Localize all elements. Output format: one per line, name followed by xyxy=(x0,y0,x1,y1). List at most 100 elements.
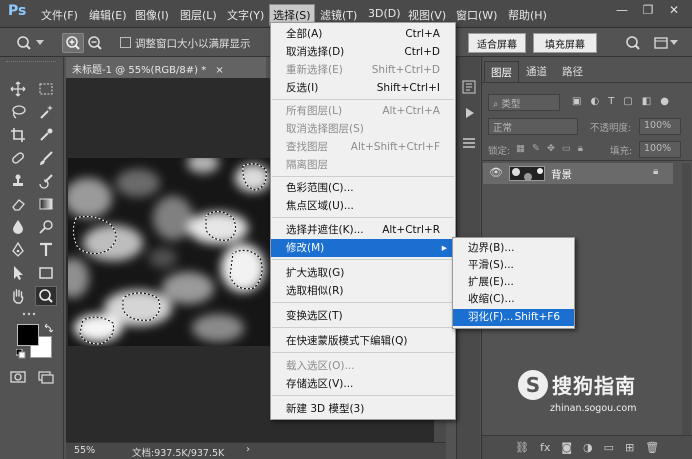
toolbar-grip[interactable] xyxy=(6,61,56,65)
brush-tool-icon[interactable] xyxy=(35,148,57,168)
default-colors-icon[interactable] xyxy=(15,348,26,359)
menu-item-inverse[interactable]: 反选(I) Shift+Ctrl+I xyxy=(271,79,455,97)
menu-view[interactable]: 视图(V) xyxy=(408,7,446,23)
close-tab-icon[interactable]: × xyxy=(215,65,223,76)
eraser-icon[interactable] xyxy=(7,194,29,214)
dodge-tool-icon[interactable] xyxy=(35,217,57,237)
pixel-filter-icon[interactable]: ▣ xyxy=(572,96,581,110)
rectangle-tool-icon[interactable] xyxy=(35,263,57,283)
new-group-icon[interactable]: ▭ xyxy=(604,441,614,454)
foreground-color-swatch[interactable] xyxy=(17,324,39,346)
zoom-in-icon[interactable] xyxy=(62,33,84,53)
hand-tool-icon[interactable] xyxy=(7,286,29,306)
chevron-down-icon[interactable] xyxy=(670,39,678,45)
path-selection-icon[interactable] xyxy=(7,263,29,283)
tab-layers[interactable]: 图层 xyxy=(484,61,519,83)
lock-position-icon[interactable]: ✥ xyxy=(547,143,555,154)
resize-window-checkbox[interactable] xyxy=(120,37,131,48)
tab-channels[interactable]: 通道 xyxy=(526,64,547,79)
opacity-input[interactable]: 100% xyxy=(639,118,681,135)
menu-filter[interactable]: 滤镜(T) xyxy=(320,7,357,23)
menu-item-similar[interactable]: 选取相似(R) xyxy=(271,282,455,300)
add-mask-icon[interactable]: ◙ xyxy=(561,441,572,454)
properties-panel-icon[interactable] xyxy=(461,135,477,151)
fill-screen-button[interactable]: 填充屏幕 xyxy=(533,33,597,53)
menu-item-deselect[interactable]: 取消选择(D) Ctrl+D xyxy=(271,43,455,61)
tab-paths[interactable]: 路径 xyxy=(562,64,583,79)
fill-input[interactable]: 100% xyxy=(639,141,681,158)
menu-item-select-and-mask[interactable]: 选择并遮住(K)... Alt+Ctrl+R xyxy=(271,221,455,239)
menu-item-modify[interactable]: 修改(M) ▸ xyxy=(271,239,455,257)
submenu-item-expand[interactable]: 扩展(E)... xyxy=(453,274,574,291)
screen-mode-icon[interactable] xyxy=(35,367,57,387)
menu-item-grow[interactable]: 扩大选取(G) xyxy=(271,264,455,282)
menu-image[interactable]: 图像(I) xyxy=(135,7,169,23)
more-tools-icon[interactable] xyxy=(21,309,37,319)
menu-item-save-selection[interactable]: 存储选区(V)... xyxy=(271,375,455,393)
layer-filter-select[interactable]: ⌕ 类型 xyxy=(488,94,560,111)
layers-scrollbar[interactable] xyxy=(682,163,691,443)
move-tool-icon[interactable] xyxy=(7,79,29,99)
zoom-out-icon[interactable] xyxy=(84,33,106,53)
fit-screen-button[interactable]: 适合屏幕 xyxy=(468,33,526,53)
menu-file[interactable]: 文件(F) xyxy=(41,7,78,23)
restore-button[interactable]: ❐ xyxy=(638,2,658,18)
lasso-tool-icon[interactable] xyxy=(7,102,29,122)
menu-item-new-3d-model[interactable]: 新建 3D 模型(3) xyxy=(271,400,455,418)
zoom-tool-icon[interactable] xyxy=(35,286,57,306)
submenu-item-border[interactable]: 边界(B)... xyxy=(453,240,574,257)
quick-mask-icon[interactable] xyxy=(7,367,29,387)
eye-icon[interactable]: 👁︎ xyxy=(489,166,503,179)
swap-colors-icon[interactable] xyxy=(44,323,54,333)
lock-all-icon[interactable]: 🔒︎ xyxy=(578,143,583,154)
lock-transparent-icon[interactable]: ▦ xyxy=(516,143,525,154)
actions-panel-icon[interactable] xyxy=(461,105,477,121)
submenu-item-feather[interactable]: 羽化(F)... Shift+F6 xyxy=(453,309,574,326)
menu-3d[interactable]: 3D(D) xyxy=(368,7,401,20)
clone-stamp-icon[interactable] xyxy=(7,171,29,191)
lock-artboard-icon[interactable]: ▭ xyxy=(562,143,571,154)
fx-icon[interactable]: fx xyxy=(540,441,550,454)
zoom-level[interactable]: 55% xyxy=(74,445,95,456)
delete-layer-icon[interactable]: 🗑︎ xyxy=(645,441,659,454)
healing-brush-icon[interactable] xyxy=(7,148,29,168)
menu-item-color-range[interactable]: 色彩范围(C)... xyxy=(271,179,455,197)
blur-tool-icon[interactable] xyxy=(7,217,29,237)
filter-toggle-icon[interactable]: ● xyxy=(660,96,669,110)
menu-item-focus-area[interactable]: 焦点区域(U)... xyxy=(271,197,455,215)
adjustment-filter-icon[interactable]: ◐ xyxy=(590,96,599,110)
minimize-button[interactable]: — xyxy=(612,2,632,18)
chevron-down-icon[interactable] xyxy=(36,39,44,45)
history-brush-icon[interactable] xyxy=(35,171,57,191)
document-tab[interactable]: 未标题-1 @ 55%(RGB/8#) * × xyxy=(66,57,266,78)
blend-mode-select[interactable]: 正常 xyxy=(488,118,578,135)
magic-wand-icon[interactable] xyxy=(35,102,57,122)
chevron-right-icon[interactable]: › xyxy=(246,444,250,455)
menu-window[interactable]: 窗口(W) xyxy=(456,7,497,23)
submenu-item-contract[interactable]: 收缩(C)... xyxy=(453,291,574,308)
layer-row[interactable]: 👁︎ 背景 🔒︎ xyxy=(483,163,673,184)
document-canvas-image[interactable] xyxy=(68,158,270,346)
close-button[interactable]: ✕ xyxy=(664,2,684,18)
menu-edit[interactable]: 编辑(E) xyxy=(89,7,127,23)
menu-item-transform-selection[interactable]: 变换选区(T) xyxy=(271,307,455,325)
layer-name[interactable]: 背景 xyxy=(551,167,572,182)
menu-item-all[interactable]: 全部(A) Ctrl+A xyxy=(271,25,455,43)
history-panel-icon[interactable] xyxy=(461,79,477,95)
lock-pixels-icon[interactable]: ✎ xyxy=(532,143,540,154)
type-filter-icon[interactable]: T xyxy=(608,96,614,110)
menu-layer[interactable]: 图层(L) xyxy=(180,7,217,23)
menu-type[interactable]: 文字(Y) xyxy=(227,7,264,23)
submenu-item-smooth[interactable]: 平滑(S)... xyxy=(453,257,574,274)
adjustment-layer-icon[interactable]: ◑ xyxy=(583,441,593,454)
gradient-tool-icon[interactable] xyxy=(35,194,57,214)
workspace-icon[interactable] xyxy=(650,33,672,53)
menu-help[interactable]: 帮助(H) xyxy=(508,7,547,23)
link-layers-icon[interactable]: ⛓︎ xyxy=(515,441,529,454)
crop-tool-icon[interactable] xyxy=(7,125,29,145)
zoom-tool-preset-icon[interactable] xyxy=(14,33,36,53)
smart-object-filter-icon[interactable]: ◧ xyxy=(642,96,651,110)
type-tool-icon[interactable] xyxy=(35,240,57,260)
pen-tool-icon[interactable] xyxy=(7,240,29,260)
marquee-tool-icon[interactable] xyxy=(35,79,57,99)
